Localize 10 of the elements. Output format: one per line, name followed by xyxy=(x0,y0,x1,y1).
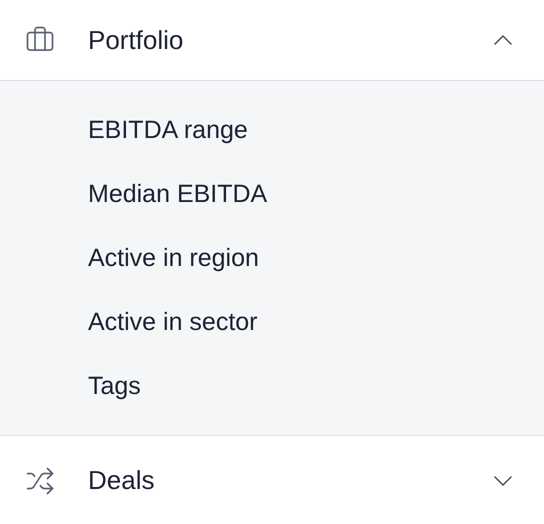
chevron-up-icon xyxy=(494,35,512,45)
submenu-item[interactable]: Median EBITDA xyxy=(88,176,268,214)
section-header[interactable]: Portfolio xyxy=(0,0,544,80)
shuffle-icon xyxy=(25,466,55,496)
submenu-item[interactable]: Tags xyxy=(88,368,141,406)
submenu-item[interactable]: Active in region xyxy=(88,240,259,278)
section-header[interactable]: Deals xyxy=(0,436,544,524)
chevron-down-icon xyxy=(494,476,512,486)
submenu-item[interactable]: Active in sector xyxy=(88,304,258,342)
submenu-item[interactable]: EBITDA range xyxy=(88,112,248,150)
